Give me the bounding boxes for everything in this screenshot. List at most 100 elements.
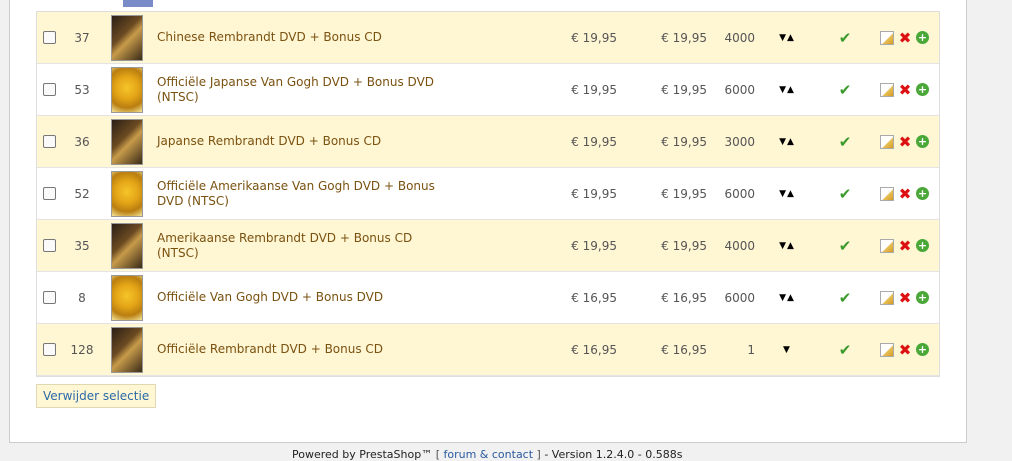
quantity: 1 bbox=[747, 342, 755, 357]
footer-bracket-open: [ bbox=[435, 448, 440, 461]
edit-icon[interactable] bbox=[880, 30, 894, 45]
quantity: 4000 bbox=[724, 30, 755, 45]
product-thumbnail bbox=[111, 116, 143, 167]
footer-bracket-close: ] bbox=[536, 448, 541, 461]
row-select[interactable] bbox=[43, 12, 57, 63]
check-icon[interactable]: ✔ bbox=[837, 324, 853, 375]
add-icon[interactable]: + bbox=[916, 343, 929, 356]
row-select[interactable] bbox=[43, 116, 57, 167]
checkbox[interactable] bbox=[43, 187, 56, 200]
delete-icon[interactable]: ✖ bbox=[898, 290, 912, 305]
edit-icon[interactable] bbox=[880, 186, 894, 201]
check-icon[interactable]: ✔ bbox=[837, 220, 853, 271]
product-image bbox=[111, 118, 143, 165]
table-row: 8 Officiële Van Gogh DVD + Bonus DVD € 16,… bbox=[37, 272, 939, 324]
delete-icon[interactable]: ✖ bbox=[898, 134, 912, 149]
position-arrows[interactable]: ▼▲ bbox=[772, 64, 802, 115]
table-row: 36 Japanse Rembrandt DVD + Bonus CD € 19,9… bbox=[37, 116, 939, 168]
add-icon[interactable]: + bbox=[916, 83, 929, 96]
add-icon[interactable]: + bbox=[916, 31, 929, 44]
check-icon[interactable]: ✔ bbox=[837, 168, 853, 219]
check-icon[interactable]: ✔ bbox=[837, 272, 853, 323]
product-image bbox=[111, 66, 143, 113]
edit-icon[interactable] bbox=[880, 82, 894, 97]
edit-icon[interactable] bbox=[880, 134, 894, 149]
checkbox[interactable] bbox=[43, 31, 56, 44]
delete-icon[interactable]: ✖ bbox=[898, 82, 912, 97]
position-arrows[interactable]: ▼▲ bbox=[772, 168, 802, 219]
price-excl: € 19,95 bbox=[571, 82, 617, 97]
add-icon[interactable]: + bbox=[916, 135, 929, 148]
price-incl: € 19,95 bbox=[661, 82, 707, 97]
product-id: 35 bbox=[74, 238, 90, 253]
checkbox[interactable] bbox=[43, 135, 56, 148]
check-icon[interactable]: ✔ bbox=[837, 116, 853, 167]
delete-icon[interactable]: ✖ bbox=[898, 30, 912, 45]
edit-icon[interactable] bbox=[880, 238, 894, 253]
delete-icon[interactable]: ✖ bbox=[898, 186, 912, 201]
powered-by-text: Powered by PrestaShop™ bbox=[292, 448, 433, 461]
position-arrows[interactable]: ▼ bbox=[772, 324, 802, 375]
product-table: 37 Chinese Rembrandt DVD + Bonus CD € 19,9… bbox=[36, 11, 940, 377]
price-excl: € 19,95 bbox=[571, 134, 617, 149]
row-actions: ✖ + bbox=[880, 220, 940, 271]
quantity: 3000 bbox=[724, 134, 755, 149]
product-thumbnail bbox=[111, 64, 143, 115]
product-name[interactable]: Chinese Rembrandt DVD + Bonus CD bbox=[157, 12, 457, 63]
product-name[interactable]: Officiële Japanse Van Gogh DVD + Bonus D… bbox=[157, 64, 457, 115]
position-arrows[interactable]: ▼▲ bbox=[772, 272, 802, 323]
row-select[interactable] bbox=[43, 272, 57, 323]
add-icon[interactable]: + bbox=[916, 239, 929, 252]
checkbox[interactable] bbox=[43, 239, 56, 252]
edit-icon[interactable] bbox=[880, 290, 894, 305]
edit-icon[interactable] bbox=[880, 342, 894, 357]
forum-contact-link[interactable]: forum & contact bbox=[444, 448, 534, 461]
position-arrows[interactable]: ▼▲ bbox=[772, 220, 802, 271]
table-row: 52 Officiële Amerikaanse Van Gogh DVD + B… bbox=[37, 168, 939, 220]
product-image bbox=[111, 14, 143, 61]
check-icon[interactable]: ✔ bbox=[837, 12, 853, 63]
price-incl: € 19,95 bbox=[661, 30, 707, 45]
row-actions: ✖ + bbox=[880, 64, 940, 115]
product-image bbox=[111, 274, 143, 321]
product-name[interactable]: Japanse Rembrandt DVD + Bonus CD bbox=[157, 116, 457, 167]
table-row: 37 Chinese Rembrandt DVD + Bonus CD € 19,9… bbox=[37, 12, 939, 64]
position-arrows[interactable]: ▼▲ bbox=[772, 116, 802, 167]
quantity: 6000 bbox=[724, 290, 755, 305]
delete-icon[interactable]: ✖ bbox=[898, 342, 912, 357]
checkbox[interactable] bbox=[43, 291, 56, 304]
product-name[interactable]: Officiële Amerikaanse Van Gogh DVD + Bon… bbox=[157, 168, 457, 219]
product-id: 52 bbox=[74, 186, 90, 201]
price-incl: € 16,95 bbox=[661, 290, 707, 305]
position-arrows[interactable]: ▼▲ bbox=[772, 12, 802, 63]
delete-selection-button[interactable]: Verwijder selectie bbox=[36, 384, 157, 408]
row-select[interactable] bbox=[43, 64, 57, 115]
check-icon[interactable]: ✔ bbox=[837, 64, 853, 115]
price-incl: € 16,95 bbox=[661, 342, 707, 357]
product-id: 128 bbox=[70, 342, 94, 357]
product-thumbnail bbox=[111, 168, 143, 219]
price-excl: € 16,95 bbox=[571, 290, 617, 305]
product-thumbnail bbox=[111, 272, 143, 323]
product-thumbnail bbox=[111, 220, 143, 271]
price-excl: € 19,95 bbox=[571, 238, 617, 253]
price-incl: € 19,95 bbox=[661, 238, 707, 253]
row-select[interactable] bbox=[43, 324, 57, 375]
row-actions: ✖ + bbox=[880, 272, 940, 323]
table-row: 128 Officiële Rembrandt DVD + Bonus CD € 1… bbox=[37, 324, 939, 376]
price-excl: € 19,95 bbox=[571, 30, 617, 45]
product-name[interactable]: Amerikaanse Rembrandt DVD + Bonus CD (NT… bbox=[157, 220, 457, 271]
checkbox[interactable] bbox=[43, 343, 56, 356]
add-icon[interactable]: + bbox=[916, 291, 929, 304]
checkbox[interactable] bbox=[43, 83, 56, 96]
row-select[interactable] bbox=[43, 220, 57, 271]
footer: Powered by PrestaShop™ [ forum & contact… bbox=[292, 448, 682, 461]
add-icon[interactable]: + bbox=[916, 187, 929, 200]
product-name[interactable]: Officiële Rembrandt DVD + Bonus CD bbox=[157, 324, 457, 375]
row-actions: ✖ + bbox=[880, 168, 940, 219]
quantity: 6000 bbox=[724, 186, 755, 201]
row-select[interactable] bbox=[43, 168, 57, 219]
product-image bbox=[111, 326, 143, 373]
delete-icon[interactable]: ✖ bbox=[898, 238, 912, 253]
product-name[interactable]: Officiële Van Gogh DVD + Bonus DVD bbox=[157, 272, 457, 323]
